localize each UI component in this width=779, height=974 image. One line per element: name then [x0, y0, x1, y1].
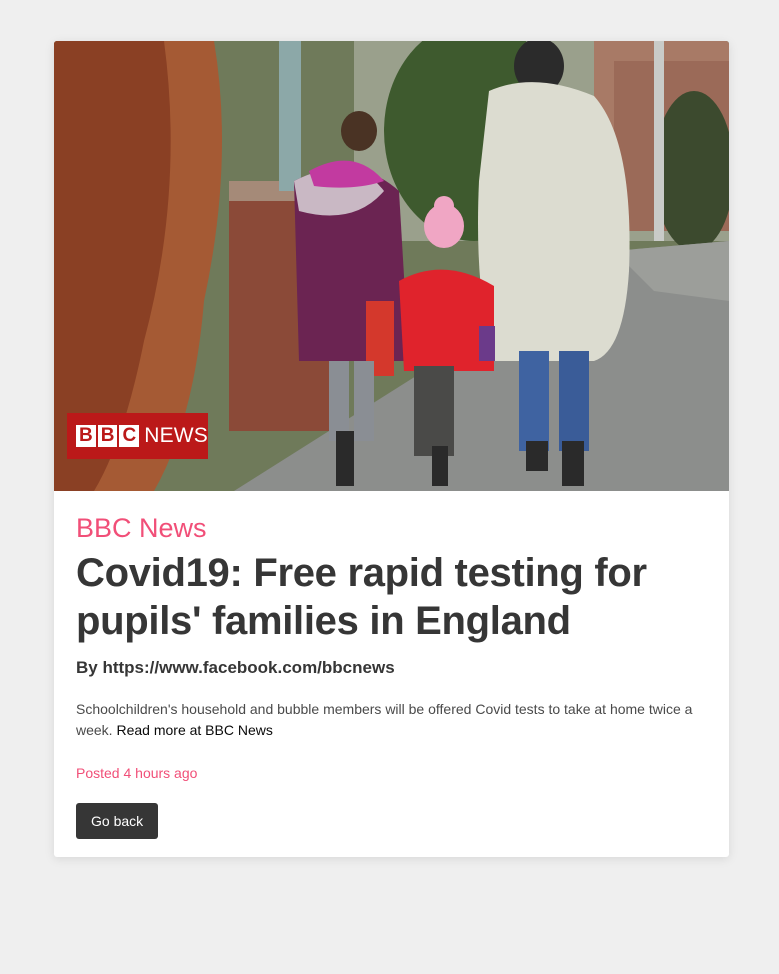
read-more-link[interactable]: Read more at BBC News [116, 722, 272, 738]
source-name: BBC News [76, 513, 207, 543]
logo-letter: C [119, 425, 140, 447]
logo-letter: B [97, 425, 118, 447]
article-image: B B C NEWS [54, 41, 729, 491]
article-content: BBC News Covid19: Free rapid testing for… [54, 491, 729, 839]
posted-time: Posted 4 hours ago [76, 765, 198, 781]
article-title: Covid19: Free rapid testing for pupils' … [76, 551, 647, 643]
article-author: By https://www.facebook.com/bbcnews [76, 658, 395, 677]
article-description: Schoolchildren's household and bubble me… [76, 699, 707, 741]
logo-word: NEWS [144, 424, 209, 447]
article-card: B B C NEWS BBC News Covid19: Free rapid … [54, 41, 729, 857]
go-back-button[interactable]: Go back [76, 803, 159, 839]
bbc-news-logo: B B C NEWS [67, 413, 208, 459]
logo-letter: B [76, 425, 96, 447]
